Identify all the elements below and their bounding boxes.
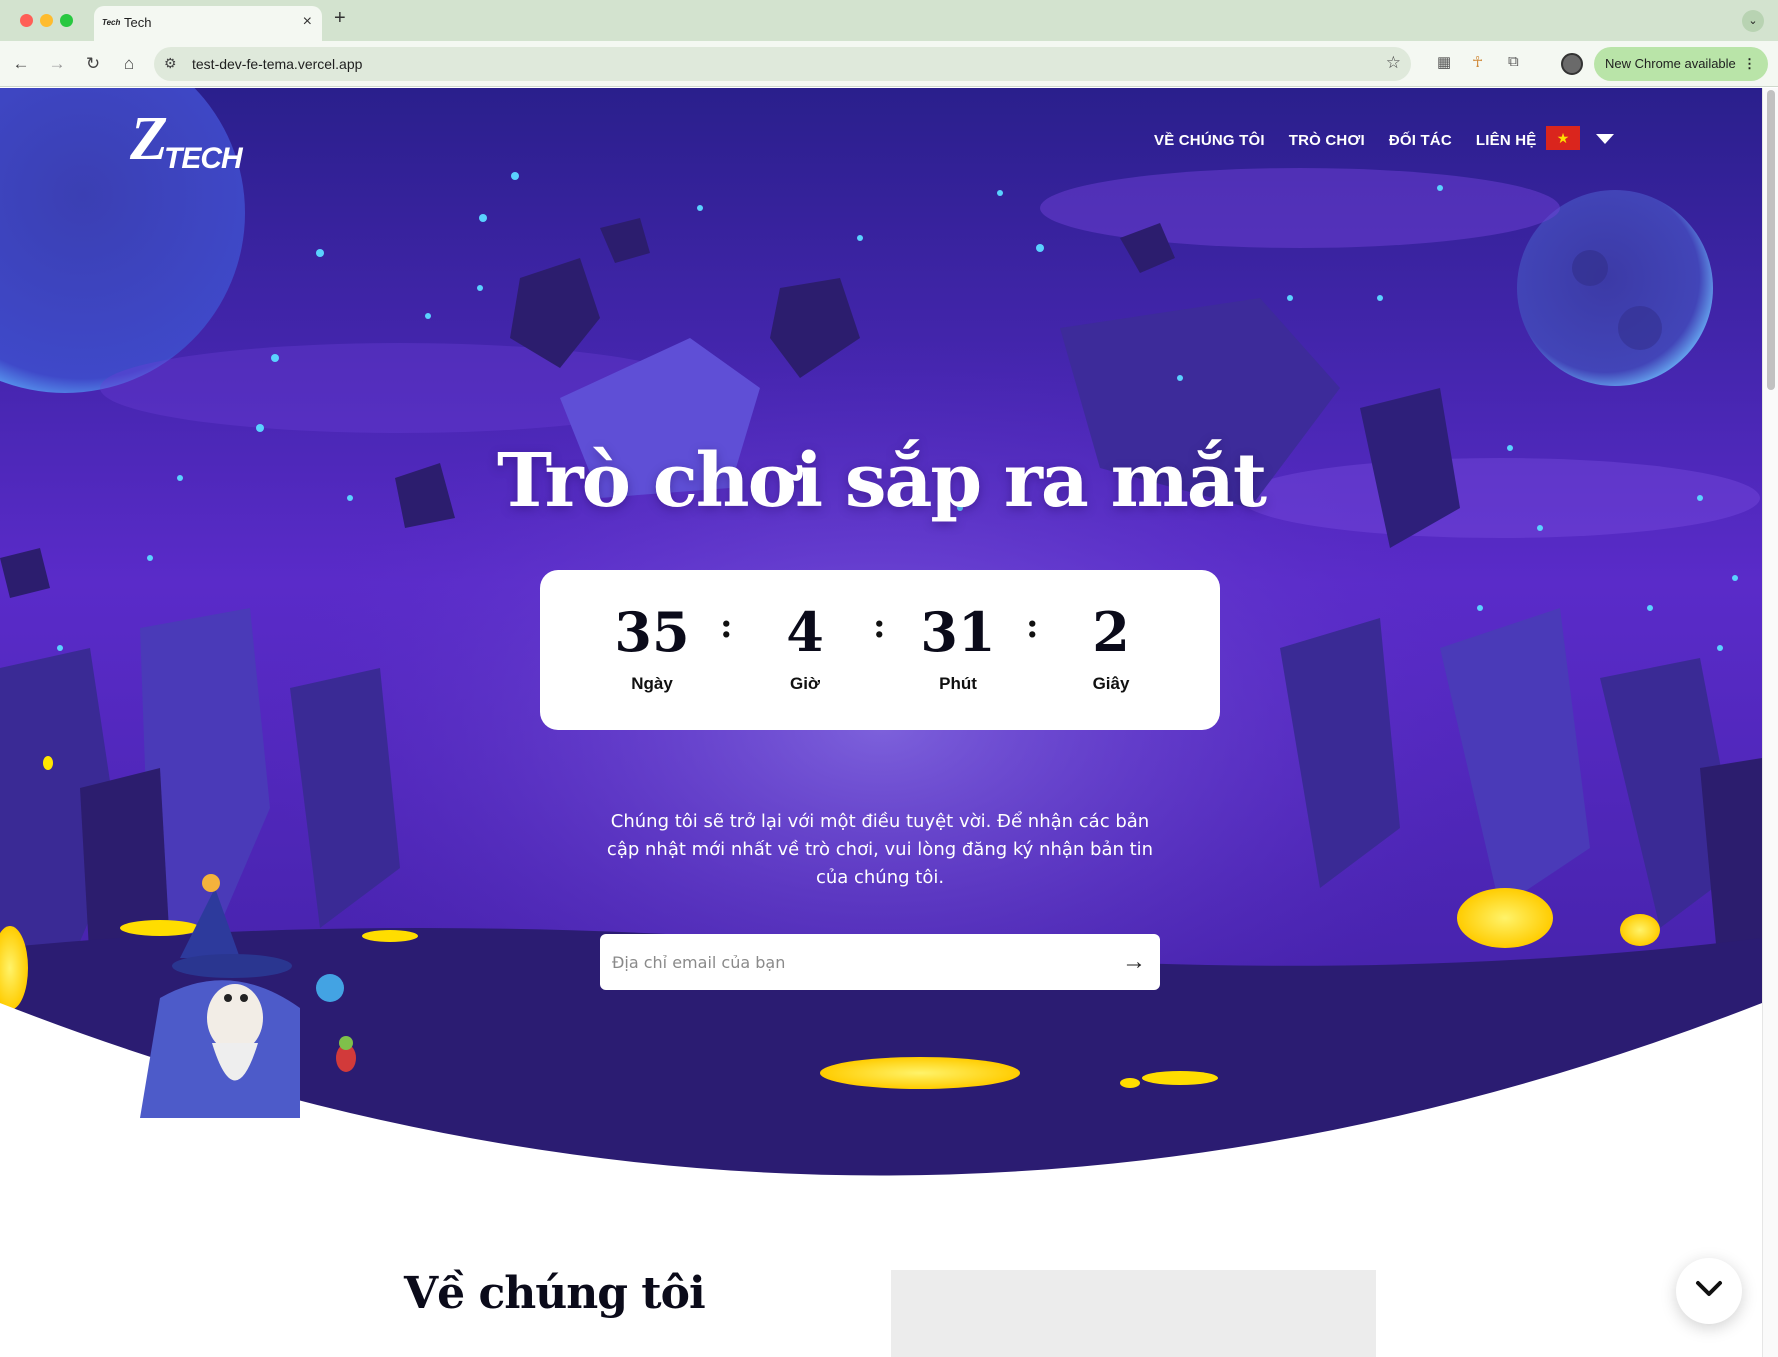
menu-dots-icon[interactable]: ⋮ — [1743, 47, 1756, 81]
hero-description: Chúng tôi sẽ trở lại với một điều tuyệt … — [606, 811, 1154, 888]
url-text[interactable]: test-dev-fe-tema.vercel.app — [192, 56, 362, 72]
nav-link-partners[interactable]: ĐỐI TÁC — [1389, 132, 1452, 149]
new-tab-button[interactable]: + — [334, 7, 346, 30]
browser-tab-bar: Tech Tech × + ⌄ — [0, 0, 1778, 41]
countdown-days-label: Ngày — [631, 674, 673, 693]
vietnam-flag-icon[interactable]: ★ — [1546, 126, 1580, 150]
countdown-separator: : — [873, 606, 886, 646]
extension-figure-icon[interactable]: ☥ — [1472, 53, 1483, 71]
nav-link-about[interactable]: VỀ CHÚNG TÔI — [1154, 132, 1265, 149]
window-maximize-button[interactable] — [60, 14, 73, 27]
countdown-hours-value: 4 — [786, 600, 824, 664]
submit-arrow-icon[interactable]: → — [1120, 948, 1148, 976]
nav-link-contact[interactable]: LIÊN HỆ — [1476, 132, 1537, 149]
scroll-down-button[interactable] — [1676, 1258, 1742, 1324]
address-bar[interactable]: ⚙ test-dev-fe-tema.vercel.app ☆ — [154, 47, 1411, 81]
countdown-separator: : — [720, 606, 733, 646]
countdown-minutes-value: 31 — [920, 600, 996, 664]
countdown-seconds-value: 2 — [1092, 600, 1130, 664]
browser-tab-active[interactable]: Tech Tech × — [94, 6, 322, 41]
chrome-update-button[interactable]: New Chrome available ⋮ — [1594, 47, 1768, 81]
back-icon[interactable]: ← — [9, 52, 33, 76]
email-input[interactable] — [612, 934, 1102, 990]
tab-title: Tech — [124, 15, 152, 30]
countdown-seconds-label: Giây — [1092, 674, 1130, 693]
site-info-icon[interactable]: ⚙ — [164, 55, 177, 72]
hero-section: Z TECH VỀ CHÚNG TÔI TRÒ CHƠI ĐỐI TÁC LIÊ… — [0, 88, 1762, 1188]
hero-title: Trò chơi sắp ra mắt — [496, 438, 1267, 524]
countdown-days: 35 Ngày — [592, 600, 712, 694]
countdown-separator: : — [1026, 606, 1039, 646]
newsletter-form: → — [600, 934, 1160, 990]
main-navigation: VỀ CHÚNG TÔI TRÒ CHƠI ĐỐI TÁC LIÊN HỆ — [1154, 132, 1536, 149]
profile-avatar[interactable] — [1561, 53, 1583, 75]
forward-icon[interactable]: → — [45, 52, 69, 76]
web-page: Z TECH VỀ CHÚNG TÔI TRÒ CHƠI ĐỐI TÁC LIÊ… — [0, 88, 1762, 1357]
nav-link-games[interactable]: TRÒ CHƠI — [1289, 132, 1365, 149]
bookmark-star-icon[interactable]: ☆ — [1386, 53, 1401, 73]
scrollbar-thumb[interactable] — [1767, 90, 1775, 390]
countdown-seconds: 2 Giây — [1051, 600, 1171, 694]
countdown-hours-label: Giờ — [789, 674, 821, 693]
about-image-placeholder — [891, 1270, 1376, 1357]
browser-toolbar: ← → ↻ ⌂ ⚙ test-dev-fe-tema.vercel.app ☆ … — [0, 41, 1778, 87]
window-minimize-button[interactable] — [40, 14, 53, 27]
language-dropdown-caret-icon[interactable] — [1596, 134, 1614, 144]
extension-icon[interactable]: ▦ — [1437, 53, 1451, 71]
countdown-minutes-label: Phút — [939, 674, 977, 693]
extensions-puzzle-icon[interactable]: ⧉ — [1508, 53, 1519, 70]
countdown-days-value: 35 — [614, 600, 690, 664]
chrome-update-label: New Chrome available — [1605, 56, 1736, 71]
about-section-title: Về chúng tôi — [404, 1268, 706, 1319]
window-close-button[interactable] — [20, 14, 33, 27]
ztech-logo[interactable]: Z TECH — [130, 105, 243, 178]
tab-search-icon[interactable]: ⌄ — [1742, 10, 1764, 32]
countdown-timer: 35 Ngày : 4 Giờ : 31 Phút : 2 Giây — [540, 570, 1220, 730]
logo-wordmark: TECH — [164, 142, 243, 175]
countdown-hours: 4 Giờ — [745, 600, 865, 694]
home-icon[interactable]: ⌂ — [117, 52, 141, 76]
countdown-minutes: 31 Phút — [898, 600, 1018, 694]
logo-mark: Z — [130, 105, 168, 173]
reload-icon[interactable]: ↻ — [81, 52, 105, 76]
tab-favicon-icon: Tech — [102, 18, 121, 27]
page-scrollbar[interactable] — [1762, 88, 1778, 1357]
chevron-down-icon — [1696, 1281, 1722, 1296]
tab-close-icon[interactable]: × — [303, 13, 312, 31]
